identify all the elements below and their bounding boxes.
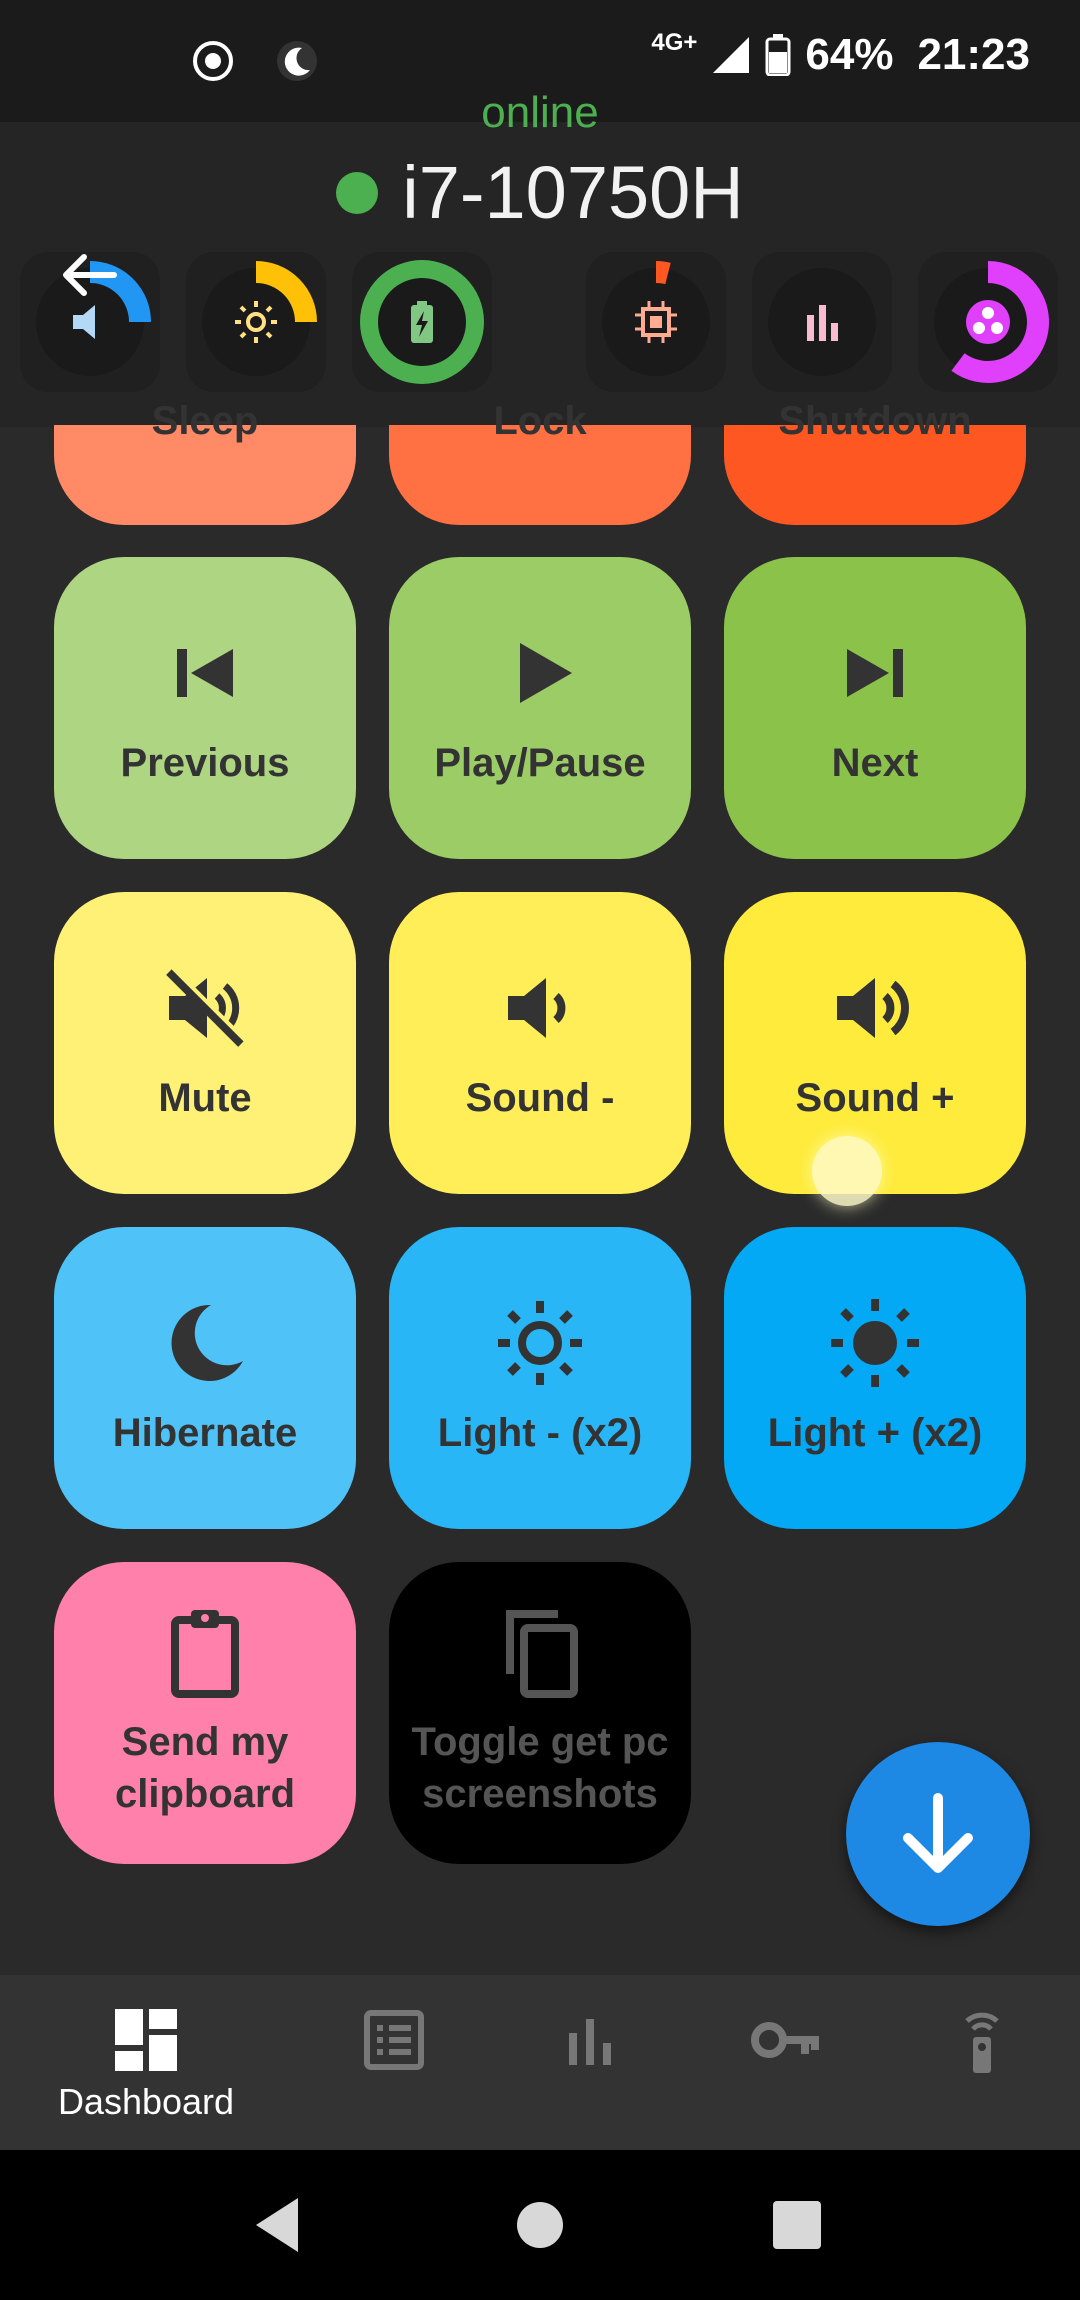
nav-keys[interactable] bbox=[678, 2005, 894, 2075]
shutdown-label: Shutdown bbox=[778, 399, 972, 443]
sleep-button[interactable]: Sleep bbox=[54, 399, 356, 525]
nav-stats[interactable] bbox=[482, 2005, 698, 2075]
brightness-low-icon bbox=[498, 1301, 582, 1385]
sound-up-label: Sound + bbox=[795, 1076, 955, 1120]
volume-up-icon bbox=[837, 978, 909, 1038]
hibernate-button[interactable]: Hibernate bbox=[54, 1227, 356, 1529]
mute-label: Mute bbox=[158, 1076, 252, 1120]
network-type: 4G+ bbox=[651, 29, 698, 56]
bar-chart-icon bbox=[569, 2019, 611, 2065]
stats-gauge[interactable] bbox=[752, 252, 892, 392]
memory-gauge[interactable] bbox=[918, 252, 1058, 392]
nav-remote[interactable] bbox=[874, 2005, 1080, 2075]
cpu-icon bbox=[635, 301, 677, 343]
clipboard-icon bbox=[171, 1610, 239, 1698]
battery-charging-icon bbox=[411, 301, 433, 343]
battery-gauge[interactable] bbox=[352, 252, 492, 392]
volume-off-icon bbox=[166, 966, 247, 1047]
previous-button[interactable]: Previous bbox=[54, 557, 356, 859]
battery-percent: 64% bbox=[805, 30, 894, 79]
light-down-button[interactable]: Light - (x2) bbox=[389, 1227, 691, 1529]
light-up-label: Light + (x2) bbox=[767, 1411, 983, 1455]
gauge-strip bbox=[0, 252, 1080, 410]
send-clipboard-label: Send my clipboard bbox=[114, 1720, 296, 1816]
skip-next-icon bbox=[847, 649, 903, 697]
status-right: 4G+ 64% 21:23 bbox=[651, 29, 1030, 80]
lock-button[interactable]: Lock bbox=[389, 399, 691, 525]
moon-icon bbox=[171, 1304, 243, 1381]
play-icon bbox=[520, 643, 572, 703]
brightness-gauge[interactable] bbox=[186, 252, 326, 392]
hibernate-label: Hibernate bbox=[112, 1411, 298, 1455]
sound-down-label: Sound - bbox=[465, 1076, 615, 1120]
battery-icon bbox=[765, 34, 791, 76]
bar-chart-icon bbox=[807, 305, 838, 341]
nav-list[interactable] bbox=[286, 2005, 502, 2075]
next-label: Next bbox=[831, 741, 919, 785]
online-indicator bbox=[336, 171, 379, 214]
sound-down-button[interactable]: Sound - bbox=[389, 892, 691, 1194]
remote-icon bbox=[965, 2012, 999, 2073]
list-icon bbox=[364, 2010, 424, 2070]
toggle-screenshots-button[interactable]: Toggle get pc screenshots bbox=[389, 1562, 691, 1864]
hostname: i7-10750H bbox=[402, 151, 744, 234]
system-navigation-bar bbox=[0, 2150, 1080, 2300]
recents-nav-icon[interactable] bbox=[764, 2192, 830, 2258]
sleep-label: Sleep bbox=[151, 399, 259, 443]
screen-record-icon bbox=[193, 41, 233, 81]
skip-previous-icon bbox=[177, 649, 233, 697]
play-pause-button[interactable]: Play/Pause bbox=[389, 557, 691, 859]
play-pause-label: Play/Pause bbox=[434, 741, 646, 785]
sound-up-button[interactable]: Sound + bbox=[724, 892, 1026, 1194]
volume-down-icon bbox=[508, 978, 566, 1038]
brightness-high-icon bbox=[831, 1299, 919, 1387]
shutdown-button[interactable]: Shutdown bbox=[724, 399, 1026, 525]
signal-icon bbox=[713, 37, 750, 73]
nav-dashboard[interactable]: Dashboard bbox=[38, 2005, 254, 2123]
back-nav-icon[interactable] bbox=[246, 2192, 312, 2258]
previous-label: Previous bbox=[120, 741, 290, 785]
dashboard-icon bbox=[115, 2009, 177, 2071]
copy-icon bbox=[506, 1610, 578, 1698]
key-icon bbox=[751, 2022, 819, 2058]
send-clipboard-button[interactable]: Send my clipboard bbox=[54, 1562, 356, 1864]
lock-label: Lock bbox=[493, 399, 587, 443]
clock: 21:23 bbox=[917, 30, 1030, 79]
connection-status: online bbox=[481, 88, 599, 137]
arrow-down-icon bbox=[903, 1793, 973, 1873]
memory-icon bbox=[966, 300, 1010, 344]
light-down-label: Light - (x2) bbox=[437, 1411, 643, 1455]
host-row: i7-10750H bbox=[0, 150, 1080, 235]
light-up-button[interactable]: Light + (x2) bbox=[724, 1227, 1026, 1529]
mute-button[interactable]: Mute bbox=[54, 892, 356, 1194]
touch-indicator bbox=[812, 1136, 882, 1206]
bottom-navigation: Dashboard bbox=[0, 1975, 1080, 2150]
back-arrow-icon[interactable] bbox=[58, 245, 118, 305]
home-nav-icon[interactable] bbox=[507, 2192, 573, 2258]
next-button[interactable]: Next bbox=[724, 557, 1026, 859]
toggle-screenshots-label: Toggle get pc screenshots bbox=[411, 1720, 669, 1816]
brightness-icon bbox=[235, 301, 277, 343]
cpu-gauge[interactable] bbox=[586, 252, 726, 392]
status-left-icons bbox=[190, 38, 320, 84]
scroll-down-fab[interactable] bbox=[846, 1742, 1030, 1926]
do-not-disturb-moon-icon bbox=[277, 41, 317, 81]
nav-dashboard-label: Dashboard bbox=[57, 2081, 235, 2122]
